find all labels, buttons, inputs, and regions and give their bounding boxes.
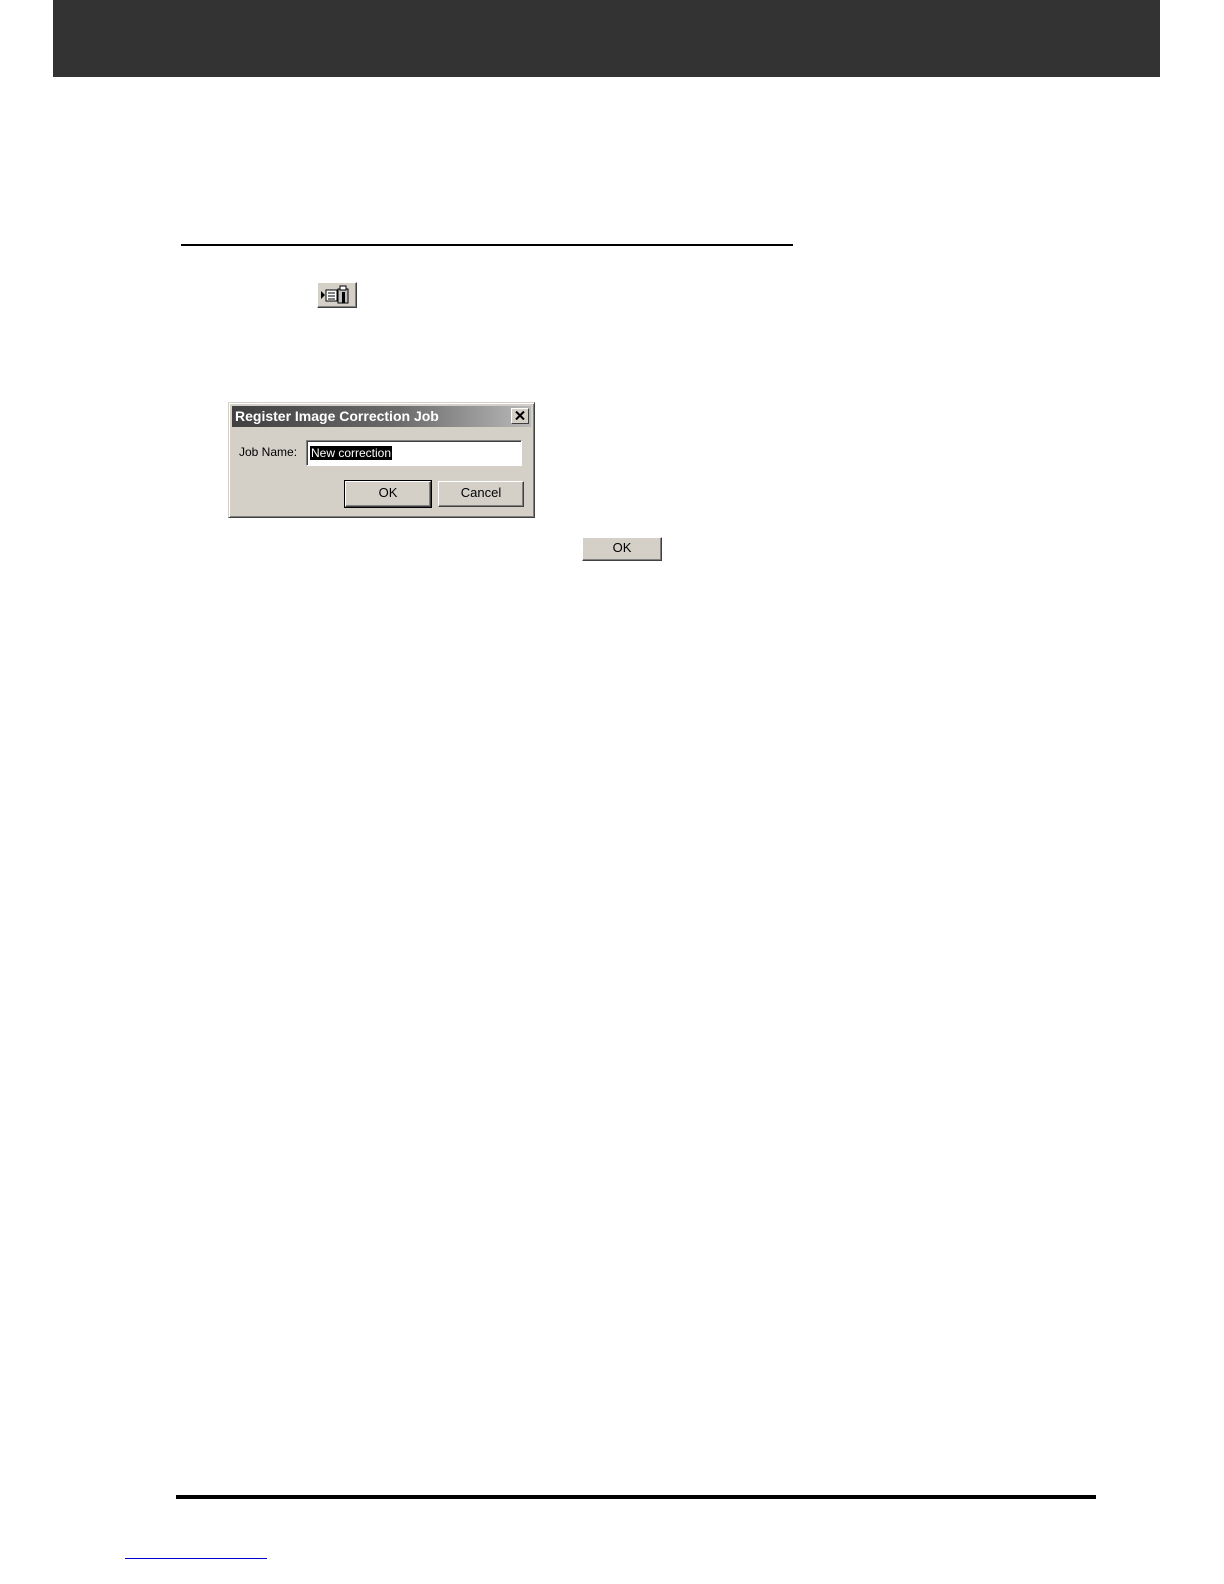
close-icon	[515, 411, 525, 420]
job-name-value: New correction	[310, 446, 393, 460]
register-job-dialog: Register Image Correction Job Job Name: …	[228, 402, 535, 518]
register-job-icon	[321, 285, 349, 304]
job-name-field[interactable]: New correction	[306, 440, 522, 466]
section-divider	[181, 244, 793, 246]
register-job-button[interactable]	[317, 282, 357, 308]
dialog-title: Register Image Correction Job	[235, 408, 439, 424]
header-bar	[53, 0, 1160, 77]
footer-divider	[176, 1495, 1096, 1499]
close-button[interactable]	[511, 408, 529, 424]
inline-ok-button[interactable]: OK	[582, 537, 662, 561]
footer-link-underline	[125, 1558, 267, 1559]
cancel-button[interactable]: Cancel	[438, 481, 524, 507]
job-name-label: Job Name:	[239, 445, 298, 459]
dialog-titlebar[interactable]: Register Image Correction Job	[232, 406, 531, 427]
ok-button[interactable]: OK	[344, 480, 432, 508]
